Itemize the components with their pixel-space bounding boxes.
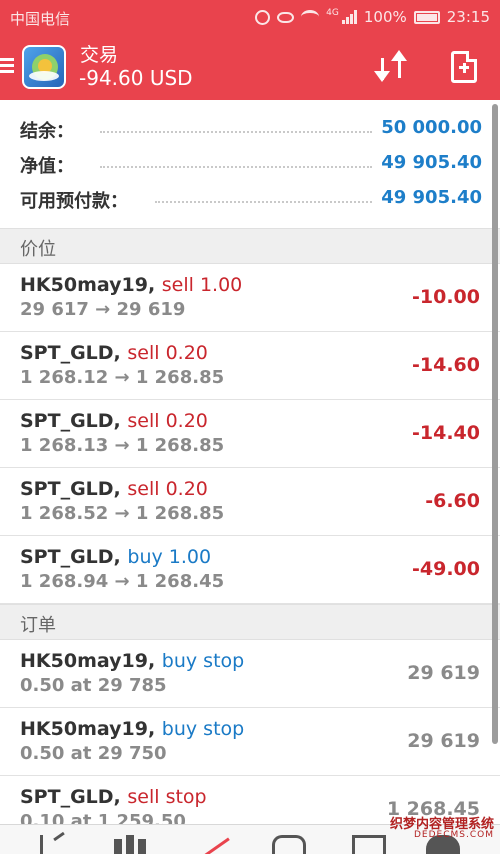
- watermark: 织梦内容管理系统 DEDECMS.COM: [390, 818, 494, 840]
- position-symbol: SPT_GLD: [20, 546, 114, 568]
- header-balance: -94.60 USD: [79, 66, 193, 90]
- summary-row-free-margin: 可用预付款： 49 905.40: [20, 183, 482, 217]
- position-profit: -14.40: [412, 422, 480, 444]
- sort-icon[interactable]: [374, 50, 410, 84]
- carrier-name: 中国电信: [10, 10, 71, 28]
- battery-icon: [413, 10, 440, 24]
- summary-value: 49 905.40: [381, 152, 482, 173]
- position-profit: -49.00: [412, 558, 480, 580]
- news-icon[interactable]: [352, 835, 386, 854]
- position-side: sell 0.20: [127, 342, 208, 364]
- summary-label: 可用预付款：: [20, 187, 134, 213]
- section-title: 订单: [20, 615, 56, 636]
- position-side: sell 1.00: [161, 274, 243, 296]
- chart-icon[interactable]: [114, 835, 148, 854]
- separator: ,: [147, 650, 162, 672]
- summary-value: 50 000.00: [381, 117, 482, 138]
- order-type: sell stop: [127, 786, 207, 808]
- summary-value: 49 905.40: [381, 187, 482, 208]
- page-title: 交易: [80, 44, 119, 66]
- position-row[interactable]: SPT_GLD, buy 1.00 1 268.94 → 1 268.45 -4…: [0, 536, 500, 604]
- position-symbol: SPT_GLD: [20, 410, 114, 432]
- watermark-line2: DEDECMS.COM: [414, 830, 494, 840]
- history-icon[interactable]: [272, 835, 306, 854]
- order-detail: 0.50 at 29 785: [20, 675, 167, 696]
- order-type: buy stop: [161, 718, 245, 740]
- position-symbol: HK50may19: [20, 274, 148, 296]
- clock: 23:15: [446, 8, 490, 26]
- position-profit: -14.60: [412, 354, 480, 376]
- order-type: buy stop: [161, 650, 245, 672]
- signal-icon: [341, 10, 357, 24]
- separator: ,: [113, 410, 128, 432]
- order-row[interactable]: HK50may19, buy stop 0.50 at 29 750 29 61…: [0, 708, 500, 776]
- position-prices: 1 268.52 → 1 268.85: [20, 503, 225, 524]
- order-detail: 0.10 at 1 259.50: [20, 811, 186, 824]
- order-current-price: 29 619: [407, 662, 480, 684]
- separator: ,: [147, 718, 162, 740]
- position-side: buy 1.00: [127, 546, 212, 568]
- summary-label: 净值：: [20, 152, 80, 178]
- position-symbol: SPT_GLD: [20, 342, 114, 364]
- position-side: sell 0.20: [127, 478, 208, 500]
- order-symbol: HK50may19: [20, 650, 148, 672]
- app-header: 交易 -94.60 USD: [0, 34, 500, 100]
- order-row[interactable]: HK50may19, buy stop 0.50 at 29 785 29 61…: [0, 640, 500, 708]
- summary-row-equity: 净值： 49 905.40: [20, 148, 482, 182]
- trade-content[interactable]: 结余： 50 000.00 净值： 49 905.40 可用预付款： 49 90…: [0, 100, 500, 824]
- summary-label: 结余：: [20, 117, 80, 143]
- battery-percent: 100%: [363, 8, 407, 26]
- position-row[interactable]: SPT_GLD, sell 0.20 1 268.13 → 1 268.85 -…: [0, 400, 500, 468]
- alarm-icon: [255, 9, 271, 25]
- separator: ,: [113, 342, 128, 364]
- position-row[interactable]: HK50may19, sell 1.00 29 617 → 29 619 -10…: [0, 264, 500, 332]
- position-prices: 29 617 → 29 619: [20, 299, 186, 320]
- app-logo: [22, 45, 66, 89]
- trade-icon[interactable]: [198, 835, 230, 854]
- summary-row-balance: 结余： 50 000.00: [20, 113, 482, 147]
- order-detail: 0.50 at 29 750: [20, 743, 167, 764]
- position-prices: 1 268.13 → 1 268.85: [20, 435, 225, 456]
- separator: ,: [147, 274, 162, 296]
- order-symbol: SPT_GLD: [20, 786, 114, 808]
- wifi-icon: [301, 10, 320, 24]
- status-bar: 中国电信 4G 100% 23:15: [0, 0, 500, 34]
- order-current-price: 29 619: [407, 730, 480, 752]
- separator: ,: [113, 546, 128, 568]
- order-symbol: HK50may19: [20, 718, 148, 740]
- network-type: 4G: [326, 8, 339, 18]
- quotes-icon[interactable]: [40, 835, 68, 854]
- separator: ,: [113, 786, 128, 808]
- position-row[interactable]: SPT_GLD, sell 0.20 1 268.52 → 1 268.85 -…: [0, 468, 500, 536]
- section-title: 价位: [20, 239, 56, 260]
- position-prices: 1 268.94 → 1 268.45: [20, 571, 225, 592]
- dotted-leader: [155, 201, 372, 203]
- position-profit: -10.00: [412, 286, 480, 308]
- position-prices: 1 268.12 → 1 268.85: [20, 367, 225, 388]
- position-profit: -6.60: [425, 490, 480, 512]
- eye-icon: [277, 11, 295, 23]
- status-icons: 4G 100% 23:15: [255, 8, 490, 26]
- account-summary: 结余： 50 000.00 净值： 49 905.40 可用预付款： 49 90…: [0, 100, 500, 228]
- position-symbol: SPT_GLD: [20, 478, 114, 500]
- menu-icon[interactable]: [0, 58, 14, 74]
- dotted-leader: [100, 166, 372, 168]
- orders-header: 订单: [0, 604, 500, 640]
- dotted-leader: [100, 131, 372, 133]
- positions-header: 价位: [0, 228, 500, 264]
- new-order-icon[interactable]: [451, 51, 477, 83]
- separator: ,: [113, 478, 128, 500]
- position-row[interactable]: SPT_GLD, sell 0.20 1 268.12 → 1 268.85 -…: [0, 332, 500, 400]
- scrollbar[interactable]: [492, 104, 498, 744]
- position-side: sell 0.20: [127, 410, 208, 432]
